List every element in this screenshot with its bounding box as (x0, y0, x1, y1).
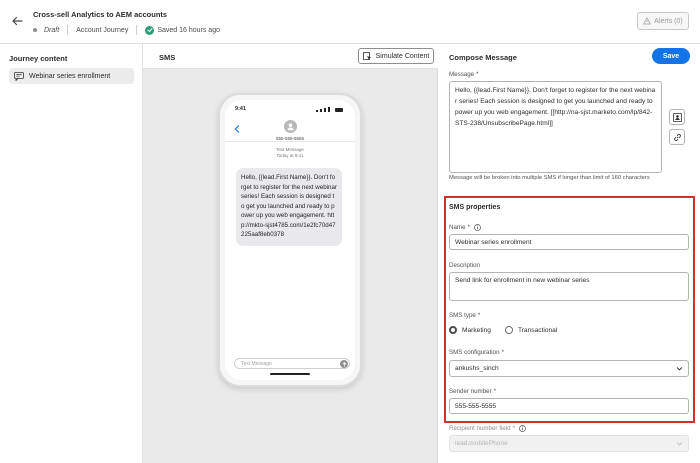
alerts-button[interactable]: Alerts (0) (637, 12, 689, 30)
message-bubble: Hello, {{lead.First Name}}. Don't forget… (236, 168, 342, 246)
description-label: Description (449, 262, 480, 269)
sms-preview-panel: SMS Simulate Content 9:41 555-555-5555 T… (143, 44, 438, 463)
recipient-number-select: lead.mobilePhone (449, 435, 689, 452)
message-label: Message * (449, 71, 479, 78)
required-mark: * (512, 425, 515, 432)
app-header: Cross-sell Analytics to AEM accounts Dra… (0, 0, 700, 44)
phone-mockup: 9:41 555-555-5555 Text Message Today at … (218, 93, 362, 387)
sender-number-label: Sender number * (449, 388, 497, 395)
phone-status-bar: 9:41 (225, 106, 355, 116)
content-item-webinar[interactable]: Webinar series enrollment (9, 68, 134, 84)
required-mark: * (477, 312, 481, 319)
journey-content-panel: Journey content Webinar series enrollmen… (0, 44, 143, 463)
sms-type-radio-group: Marketing Transactional (449, 326, 557, 334)
panel-title: Journey content (9, 54, 68, 63)
check-circle-icon (145, 25, 155, 35)
sms-icon (14, 71, 24, 81)
message-timestamp: Today at 9:41 (276, 153, 304, 158)
sms-configuration-value: ankushs_sinch (455, 365, 499, 372)
radio-marketing[interactable] (449, 326, 457, 334)
phone-input-placeholder: Text Message (241, 360, 272, 367)
saved-status: Saved 16 hours ago (157, 26, 220, 34)
recipient-number-value: lead.mobilePhone (455, 440, 508, 447)
save-button[interactable]: Save (652, 48, 690, 64)
simulate-content-button[interactable]: Simulate Content (358, 48, 434, 64)
status-line: Draft Account Journey Saved 16 hours ago (33, 25, 220, 35)
preview-header: SMS Simulate Content (143, 44, 438, 69)
personalize-icon (672, 112, 682, 122)
radio-marketing-label: Marketing (462, 326, 491, 334)
radio-transactional-label: Transactional (517, 326, 558, 334)
chevron-down-icon (676, 442, 683, 446)
phone-text-input: Text Message (234, 358, 350, 369)
recipient-number-label: Recipient number field * (449, 425, 526, 432)
simulate-icon (362, 51, 372, 60)
insert-link-button[interactable] (669, 129, 685, 145)
message-textarea[interactable]: Hello, {{lead.First Name}}. Don't forget… (449, 81, 662, 173)
chevron-down-icon (676, 367, 683, 371)
preview-title: SMS (159, 53, 176, 62)
message-meta: Text Message Today at 9:41 (225, 147, 355, 159)
status-dot-icon (33, 28, 37, 32)
personalize-button[interactable] (669, 109, 685, 125)
sms-configuration-label: SMS configuration * (449, 349, 504, 356)
back-arrow-icon[interactable] (9, 13, 25, 29)
name-field[interactable]: Webinar series enrollment (449, 234, 689, 250)
phone-contact: 555-555-5555 (225, 120, 355, 141)
phone-screen: 9:41 555-555-5555 Text Message Today at … (225, 100, 355, 380)
radio-transactional[interactable] (504, 326, 513, 334)
required-mark: * (493, 388, 497, 395)
info-icon[interactable] (474, 224, 481, 231)
journey-type: Account Journey (76, 26, 129, 34)
alerts-label: Alerts (0) (654, 17, 683, 25)
journey-title: Cross-sell Analytics to AEM accounts (33, 10, 168, 19)
signal-battery-icon (316, 107, 343, 112)
simulate-label: Simulate Content (375, 52, 430, 60)
message-helper-text: Message will be broken into multiple SMS… (449, 175, 650, 181)
name-label: Name * (449, 224, 481, 231)
link-icon (673, 133, 681, 141)
home-indicator (270, 373, 310, 375)
compose-message-panel: Compose Message Save Message * Hello, {{… (439, 44, 700, 463)
divider (136, 25, 138, 35)
required-mark: * (501, 349, 504, 356)
description-field[interactable]: Send link for enrollment in new webinar … (449, 272, 689, 301)
content-item-label: Webinar series enrollment (29, 72, 111, 80)
sms-configuration-select[interactable]: ankushs_sinch (449, 360, 689, 377)
avatar-icon (283, 120, 297, 133)
alert-triangle-icon (643, 17, 652, 25)
compose-title: Compose Message (449, 53, 517, 62)
sms-type-label: SMS type * (449, 312, 481, 319)
divider (67, 25, 69, 35)
send-arrow-icon (340, 360, 348, 368)
phone-time: 9:41 (235, 106, 247, 112)
divider (225, 141, 355, 142)
required-mark: * (467, 224, 470, 231)
info-icon[interactable] (519, 425, 526, 432)
sms-properties-title: SMS properties (449, 204, 501, 211)
sender-number-field[interactable]: 555-555-5555 (449, 398, 689, 414)
required-mark: * (476, 71, 479, 78)
status-badge: Draft (44, 26, 60, 34)
